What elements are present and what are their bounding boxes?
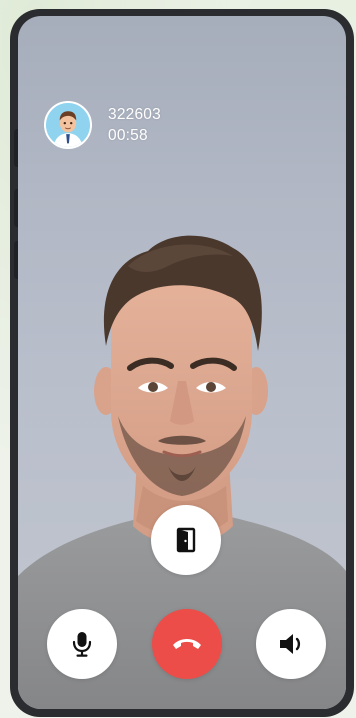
- caller-id: 322603: [108, 106, 161, 123]
- speaker-icon: [280, 634, 301, 654]
- microphone-icon: [72, 632, 92, 657]
- caller-info: 322603 00:58: [44, 101, 161, 149]
- caller-avatar: [44, 101, 92, 149]
- door-exit-icon: [176, 527, 196, 553]
- leave-call-button[interactable]: [151, 505, 221, 575]
- hang-up-icon: [173, 639, 201, 649]
- video-call-screen: 322603 00:58: [18, 16, 346, 709]
- speaker-button[interactable]: [256, 609, 326, 679]
- call-timer: 00:58: [108, 127, 148, 144]
- phone-frame: 322603 00:58: [10, 9, 354, 717]
- end-call-button[interactable]: [152, 609, 222, 679]
- mute-button[interactable]: [47, 609, 117, 679]
